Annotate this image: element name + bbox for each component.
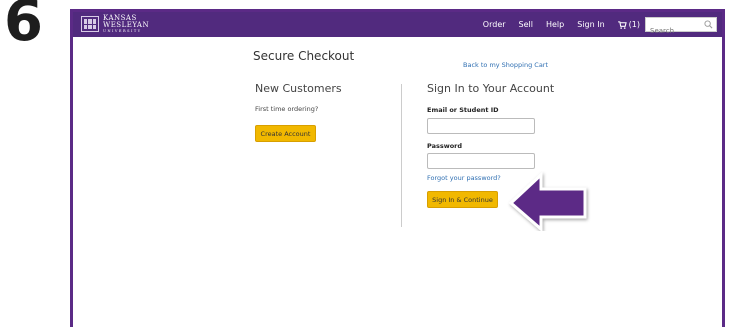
nav-help-link[interactable]: Help: [546, 20, 564, 29]
university-logo[interactable]: KANSAS WESLEYAN UNIVERSITY: [81, 14, 150, 34]
search-input[interactable]: [646, 24, 706, 38]
first-time-prompt: First time ordering?: [255, 105, 319, 113]
page-title: Secure Checkout: [253, 49, 355, 63]
nav-order-link[interactable]: Order: [483, 20, 506, 29]
step-number: 6: [4, 0, 43, 54]
search-icon[interactable]: [704, 20, 713, 29]
nav-sell-link[interactable]: Sell: [519, 20, 533, 29]
email-label: Email or Student ID: [427, 106, 499, 114]
logo-line-2: WESLEYAN: [103, 20, 150, 29]
top-navbar: KANSAS WESLEYAN UNIVERSITY Order Sell He…: [73, 12, 722, 38]
logo-line-3: UNIVERSITY: [103, 28, 142, 33]
nav-links: Order Sell Help Sign In (1): [470, 12, 640, 37]
forgot-password-link[interactable]: Forgot your password?: [427, 174, 501, 182]
logo-building-icon: [81, 16, 99, 32]
column-divider: [401, 84, 402, 227]
back-to-cart-link[interactable]: Back to my Shopping Cart: [463, 61, 548, 69]
email-field[interactable]: [427, 118, 535, 134]
pointer-arrow-icon: [508, 171, 587, 231]
sign-in-continue-button[interactable]: Sign In & Continue: [427, 191, 498, 208]
password-label: Password: [427, 142, 463, 150]
browser-page-frame: KANSAS WESLEYAN UNIVERSITY Order Sell He…: [70, 9, 725, 327]
search-box: [645, 17, 717, 38]
sign-in-heading: Sign In to Your Account: [427, 82, 555, 95]
password-field[interactable]: [427, 153, 535, 169]
cart-icon: [617, 20, 627, 29]
new-customers-heading: New Customers: [255, 82, 342, 95]
cart-link[interactable]: (1): [617, 20, 640, 29]
create-account-button[interactable]: Create Account: [255, 125, 316, 142]
cart-count: (1): [628, 20, 640, 29]
logo-text: KANSAS WESLEYAN UNIVERSITY: [103, 14, 150, 34]
nav-sign-in-link[interactable]: Sign In: [577, 20, 604, 29]
